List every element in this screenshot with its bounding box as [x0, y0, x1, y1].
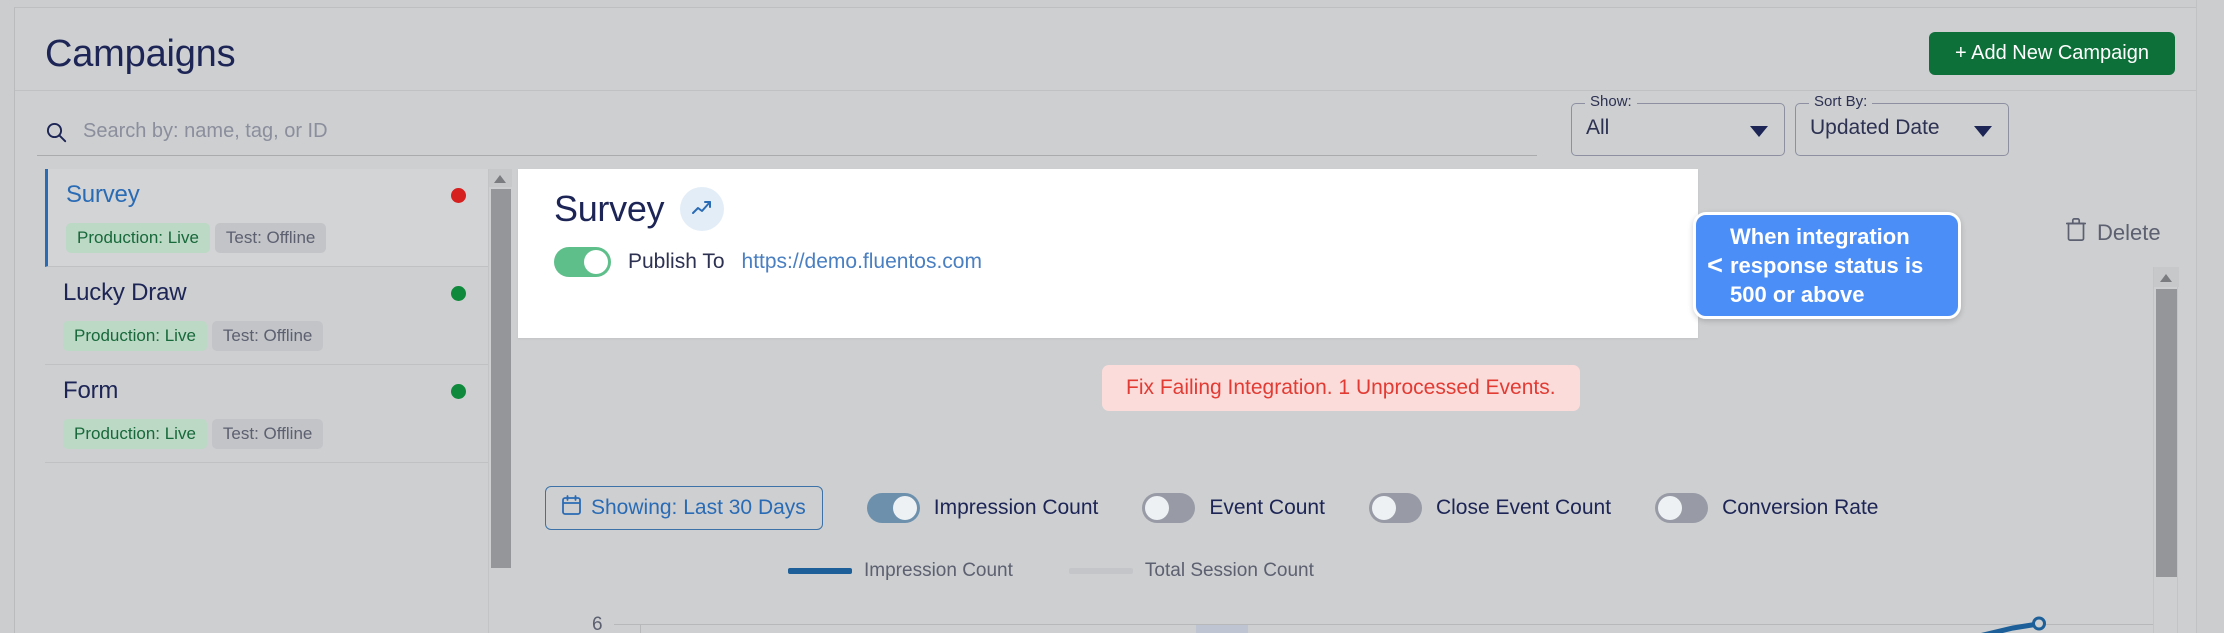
detail-title-row: Survey — [554, 187, 725, 231]
chart-plot-area: 6 — [518, 596, 2198, 633]
chip-test: Test: Offline — [211, 419, 324, 449]
search-field[interactable] — [37, 108, 1537, 156]
chip-production: Production: Live — [63, 419, 207, 449]
publish-toggle[interactable] — [554, 247, 611, 277]
toggle-switch[interactable] — [1368, 493, 1422, 523]
chevron-down-icon — [1974, 126, 1992, 137]
date-range-button[interactable]: Showing: Last 30 Days — [545, 486, 823, 530]
chart-series-line — [1980, 616, 2046, 633]
scroll-up-arrow-icon[interactable] — [2154, 267, 2179, 287]
campaign-list-item-lucky-draw[interactable]: Lucky Draw Production: Live Test: Offlin… — [45, 267, 488, 365]
metric-toggle-close-event-count[interactable]: Close Event Count — [1368, 493, 1612, 523]
page-title: Campaigns — [45, 33, 236, 75]
campaign-chips: Production: Live Test: Offline — [66, 223, 470, 253]
campaign-list-item-form[interactable]: Form Production: Live Test: Offline — [45, 365, 488, 463]
metric-label: Conversion Rate — [1722, 496, 1879, 519]
chevron-left-icon: < — [1707, 250, 1723, 280]
search-input[interactable] — [83, 111, 1537, 152]
campaign-list-scrollbar[interactable] — [488, 169, 512, 633]
page-header: Campaigns + Add New Campaign — [15, 8, 2211, 91]
chip-test: Test: Offline — [211, 321, 324, 351]
metric-label: Event Count — [1209, 496, 1325, 519]
scroll-up-arrow-icon[interactable] — [489, 169, 512, 187]
publish-label: Publish To — [628, 250, 725, 273]
sort-by-legend: Sort By: — [1809, 94, 1873, 109]
show-filter-select[interactable]: Show: All — [1571, 94, 1785, 156]
filter-bar: Show: All Sort By: Updated Date — [15, 92, 2211, 168]
toggle-switch[interactable] — [1655, 493, 1709, 523]
show-filter-legend: Show: — [1585, 94, 1637, 109]
search-icon — [45, 121, 67, 143]
tooltip-text: When integration response status is 500 … — [1730, 223, 1924, 308]
chart-legend: Impression Count Total Session Count — [788, 560, 1370, 582]
metric-toggle-impression-count[interactable]: Impression Count — [866, 493, 1099, 523]
status-dot-icon — [451, 286, 466, 301]
page-frame: Campaigns + Add New Campaign Show: All — [14, 7, 2224, 633]
detail-title: Survey — [554, 188, 665, 229]
campaign-chips: Production: Live Test: Offline — [63, 321, 470, 351]
analytics-chart: Impression Count Total Session Count 6 — [518, 556, 2198, 633]
toggle-switch[interactable] — [1142, 493, 1196, 523]
page-scrollbar[interactable] — [2153, 267, 2179, 633]
campaign-detail-card: Survey Publish To https://demo.fluentos.… — [518, 169, 1698, 338]
campaign-list[interactable]: Survey Production: Live Test: Offline Lu… — [45, 169, 488, 633]
sort-by-select[interactable]: Sort By: Updated Date — [1795, 94, 2009, 156]
metric-label: Close Event Count — [1435, 496, 1612, 519]
calendar-icon — [562, 495, 581, 521]
campaign-name: Lucky Draw — [63, 279, 187, 306]
legend-swatch — [788, 568, 852, 574]
status-dot-icon — [451, 188, 466, 203]
trending-up-icon[interactable] — [680, 187, 725, 231]
legend-label: Impression Count — [864, 560, 1013, 581]
window-edge — [2196, 0, 2224, 633]
sort-by-value: Updated Date — [1810, 116, 1940, 139]
legend-swatch — [1068, 568, 1133, 574]
chevron-down-icon — [1750, 126, 1768, 137]
scrollbar-thumb[interactable] — [2156, 289, 2177, 577]
integration-error-banner[interactable]: Fix Failing Integration. 1 Unprocessed E… — [1102, 365, 1580, 411]
status-dot-icon — [451, 384, 466, 399]
publish-url-link[interactable]: https://demo.fluentos.com — [742, 250, 982, 274]
add-new-campaign-button[interactable]: + Add New Campaign — [1928, 32, 2175, 75]
campaigns-app: Campaigns + Add New Campaign Show: All — [0, 0, 2224, 633]
publish-row: Publish To https://demo.fluentos.com — [554, 247, 982, 277]
trash-icon — [2065, 218, 2087, 247]
integration-tooltip: < When integration response status is 50… — [1693, 212, 1961, 319]
campaign-name: Form — [63, 377, 119, 404]
legend-item-total-session-count[interactable]: Total Session Count — [1068, 560, 1314, 582]
toggle-switch[interactable] — [866, 493, 920, 523]
legend-item-impression-count[interactable]: Impression Count — [788, 560, 1013, 582]
chip-production: Production: Live — [63, 321, 207, 351]
metric-toggle-event-count[interactable]: Event Count — [1142, 493, 1325, 523]
chip-test: Test: Offline — [214, 223, 327, 253]
show-filter-value: All — [1586, 116, 1610, 139]
date-range-label: Showing: Last 30 Days — [591, 496, 806, 519]
metric-toggle-conversion-rate[interactable]: Conversion Rate — [1655, 493, 1878, 523]
legend-label: Total Session Count — [1144, 560, 1314, 581]
campaign-list-item-survey[interactable]: Survey Production: Live Test: Offline — [45, 169, 488, 267]
delete-label: Delete — [2097, 219, 2161, 245]
chip-production: Production: Live — [66, 223, 210, 253]
metric-label: Impression Count — [933, 496, 1099, 519]
campaign-chips: Production: Live Test: Offline — [63, 419, 470, 449]
delete-button[interactable]: Delete — [2065, 218, 2161, 247]
campaign-name: Survey — [66, 181, 140, 208]
metrics-toolbar: Showing: Last 30 Days Impression Count E… — [545, 486, 1878, 530]
scrollbar-thumb[interactable] — [491, 189, 511, 568]
